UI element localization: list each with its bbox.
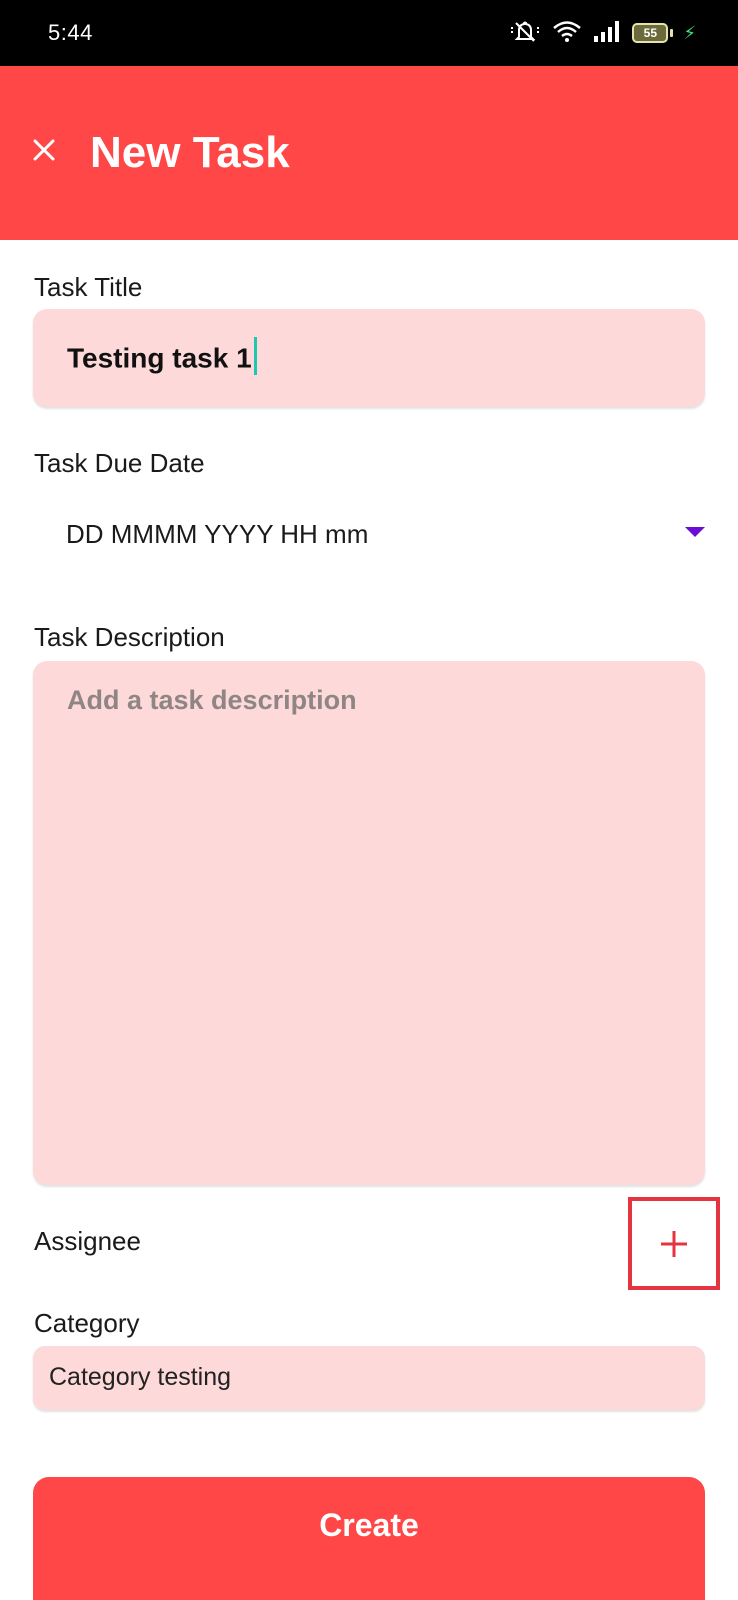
mute-icon <box>508 19 542 48</box>
plus-icon <box>661 1230 687 1257</box>
close-button[interactable] <box>26 132 62 168</box>
due-date-value: DD MMMM YYYY HH mm <box>66 519 369 549</box>
page-title: New Task <box>90 128 290 177</box>
battery-icon: 55 <box>632 23 674 43</box>
add-assignee-button[interactable] <box>628 1197 720 1290</box>
due-date-label: Task Due Date <box>34 448 205 478</box>
category-label: Category <box>34 1308 140 1338</box>
app-bar: New Task <box>0 66 738 240</box>
dropdown-arrow-icon <box>685 527 705 537</box>
wifi-icon <box>552 19 582 48</box>
text-caret <box>253 337 257 375</box>
signal-icon <box>592 19 622 48</box>
task-title-input[interactable]: Testing task 1 <box>33 309 705 407</box>
create-button[interactable]: Create <box>33 1477 705 1600</box>
task-title-label: Task Title <box>34 272 143 302</box>
battery-level: 55 <box>632 23 669 43</box>
category-value: Category testing <box>49 1363 232 1391</box>
close-icon <box>33 139 55 161</box>
due-date-select[interactable]: DD MMMM YYYY HH mm <box>33 505 705 565</box>
status-time: 5:44 <box>48 20 93 45</box>
status-bar: 5:44 55 ⚡ <box>0 0 738 66</box>
create-button-label: Create <box>319 1507 419 1543</box>
task-title-value: Testing task 1 <box>67 337 257 379</box>
assignee-label: Assignee <box>34 1226 141 1256</box>
status-icons: 55 ⚡ <box>508 20 696 46</box>
category-input[interactable]: Category testing <box>33 1346 705 1410</box>
description-input[interactable]: Add a task description <box>33 661 705 1185</box>
description-label: Task Description <box>34 622 225 652</box>
charging-icon: ⚡ <box>683 23 696 43</box>
description-placeholder: Add a task description <box>67 685 357 715</box>
